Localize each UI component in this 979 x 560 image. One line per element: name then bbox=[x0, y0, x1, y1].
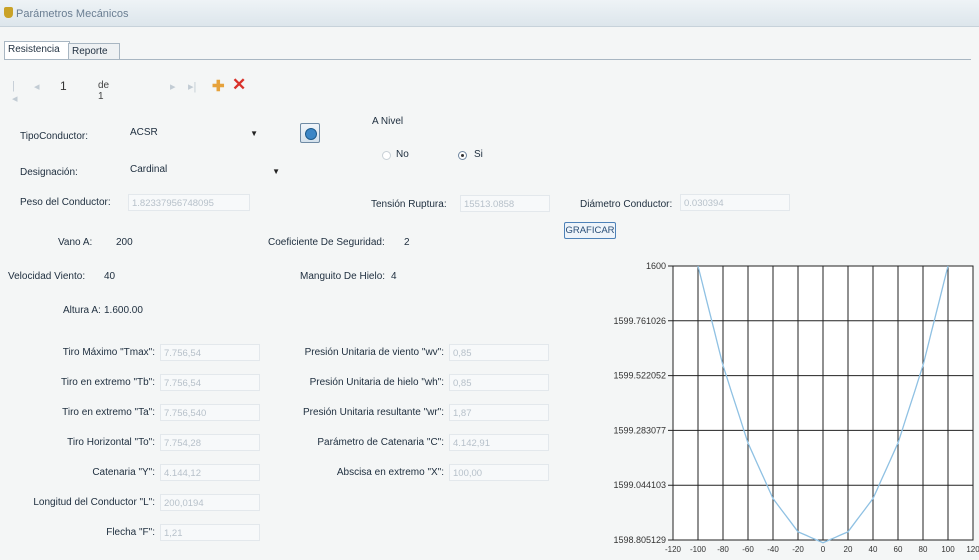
abscisa-x-field[interactable]: 100,00 bbox=[449, 464, 549, 481]
a-nivel-label: A Nivel bbox=[372, 116, 404, 127]
designacion-select[interactable]: Cardinal ▼ bbox=[130, 163, 280, 179]
x-tick-label: 80 bbox=[919, 545, 928, 554]
delete-record-icon[interactable]: ✕ bbox=[232, 75, 246, 95]
circle-icon bbox=[305, 128, 317, 140]
ta-field[interactable]: 7.756,540 bbox=[160, 404, 260, 421]
catenaria-y-field[interactable]: 4.144,12 bbox=[160, 464, 260, 481]
ta-label: Tiro en extremo "Ta": bbox=[62, 407, 155, 418]
wv-field[interactable]: 0,85 bbox=[449, 344, 549, 361]
title-bar: Parámetros Mecánicos bbox=[0, 0, 979, 27]
coef-seguridad-label: Coeficiente De Seguridad: bbox=[268, 237, 385, 248]
tab-reporte[interactable]: Reporte bbox=[68, 43, 120, 59]
diametro-conductor-field[interactable]: 0.030394 bbox=[680, 194, 790, 211]
x-tick-label: 120 bbox=[966, 545, 979, 554]
wh-field[interactable]: 0,85 bbox=[449, 374, 549, 391]
tension-ruptura-label: Tensión Ruptura: bbox=[371, 199, 447, 210]
longitud-conductor-field[interactable]: 200,0194 bbox=[160, 494, 260, 511]
previous-record-icon[interactable]: ◂ bbox=[34, 80, 40, 93]
wh-label: Presión Unitaria de hielo "wh": bbox=[309, 377, 444, 388]
x-tick-label: 100 bbox=[941, 545, 955, 554]
altura-a-input[interactable]: 1.600.00 bbox=[104, 305, 143, 316]
x-tick-label: -20 bbox=[792, 545, 804, 554]
tmax-field[interactable]: 7.756,54 bbox=[160, 344, 260, 361]
toggle-nivel-button[interactable] bbox=[300, 123, 320, 143]
x-tick-label: -80 bbox=[717, 545, 729, 554]
x-tick-label: -120 bbox=[665, 545, 682, 554]
add-record-icon[interactable]: ✚ bbox=[212, 77, 225, 95]
y-tick-label: 1598.805129 bbox=[613, 535, 666, 545]
x-tick-label: -40 bbox=[767, 545, 779, 554]
catenary-chart: 1600 1599.761026 1599.522052 1599.283077 159… bbox=[613, 261, 979, 554]
x-tick-label: 60 bbox=[894, 545, 903, 554]
wr-field[interactable]: 1,87 bbox=[449, 404, 549, 421]
x-tick-label: -100 bbox=[690, 545, 707, 554]
next-record-icon[interactable]: ▸ bbox=[170, 80, 176, 93]
x-tick-label: 0 bbox=[821, 545, 826, 554]
tipo-conductor-value: ACSR bbox=[130, 127, 158, 138]
vano-a-label: Vano A: bbox=[58, 237, 93, 248]
radio-si-label: Si bbox=[474, 149, 483, 160]
radio-no-label: No bbox=[396, 149, 409, 160]
chevron-down-icon: ▼ bbox=[272, 167, 280, 176]
last-record-icon[interactable]: ▸| bbox=[188, 80, 196, 93]
catenaria-y-label: Catenaria "Y": bbox=[92, 467, 155, 478]
to-label: Tiro Horizontal "To": bbox=[67, 437, 155, 448]
tb-label: Tiro en extremo "Tb": bbox=[61, 377, 155, 388]
to-field[interactable]: 7.754,28 bbox=[160, 434, 260, 451]
app-icon bbox=[4, 7, 13, 18]
radio-no[interactable] bbox=[382, 151, 391, 160]
tipo-conductor-label: TipoConductor: bbox=[20, 131, 88, 142]
wr-label: Presión Unitaria resultante "wr": bbox=[302, 407, 444, 418]
y-tick-label: 1600 bbox=[646, 261, 666, 271]
tab-resistencia[interactable]: Resistencia bbox=[4, 41, 70, 60]
catenaria-c-field[interactable]: 4.142,91 bbox=[449, 434, 549, 451]
catenaria-c-label: Parámetro de Catenaria "C": bbox=[317, 437, 444, 448]
manguito-hielo-label: Manguito De Hielo: bbox=[300, 271, 386, 282]
tension-ruptura-field[interactable]: 15513.0858 bbox=[460, 195, 550, 212]
longitud-conductor-label: Longitud del Conductor "L": bbox=[33, 497, 155, 508]
peso-conductor-label: Peso del Conductor: bbox=[20, 197, 111, 208]
tab-divider bbox=[4, 59, 971, 60]
radio-si[interactable] bbox=[458, 151, 467, 160]
record-count: de 1 bbox=[98, 80, 110, 102]
x-tick-label: -60 bbox=[742, 545, 754, 554]
y-tick-label: 1599.761026 bbox=[613, 316, 666, 326]
tmax-label: Tiro Máximo "Tmax": bbox=[62, 347, 155, 358]
abscisa-x-label: Abscisa en extremo "X": bbox=[336, 467, 444, 478]
y-tick-label: 1599.283077 bbox=[613, 425, 666, 435]
manguito-hielo-input[interactable]: 4 bbox=[391, 271, 397, 282]
peso-conductor-field[interactable]: 1.82337956748095 bbox=[128, 194, 250, 211]
diametro-conductor-label: Diámetro Conductor: bbox=[580, 199, 673, 210]
x-tick-label: 20 bbox=[844, 545, 853, 554]
velocidad-viento-input[interactable]: 40 bbox=[104, 271, 115, 282]
tipo-conductor-select[interactable]: ACSR ▼ bbox=[130, 126, 258, 142]
graficar-button[interactable]: GRAFICAR bbox=[564, 222, 616, 239]
vano-a-input[interactable]: 200 bbox=[116, 237, 133, 248]
x-tick-label: 40 bbox=[869, 545, 878, 554]
flecha-field[interactable]: 1,21 bbox=[160, 524, 260, 541]
record-position[interactable]: 1 bbox=[60, 79, 67, 93]
first-record-icon[interactable]: |◂ bbox=[12, 80, 18, 105]
coef-seguridad-input[interactable]: 2 bbox=[404, 237, 410, 248]
altura-a-label: Altura A: bbox=[63, 305, 101, 316]
flecha-label: Flecha "F": bbox=[106, 527, 155, 538]
wv-label: Presión Unitaria de viento "wv": bbox=[304, 347, 444, 358]
y-tick-label: 1599.522052 bbox=[613, 371, 666, 381]
window-title: Parámetros Mecánicos bbox=[16, 8, 129, 20]
velocidad-viento-label: Velocidad Viento: bbox=[8, 271, 86, 282]
designacion-value: Cardinal bbox=[130, 164, 168, 175]
y-tick-label: 1599.044103 bbox=[613, 480, 666, 490]
tb-field[interactable]: 7.756,54 bbox=[160, 374, 260, 391]
designacion-label: Designación: bbox=[20, 167, 78, 178]
chevron-down-icon: ▼ bbox=[250, 129, 258, 138]
